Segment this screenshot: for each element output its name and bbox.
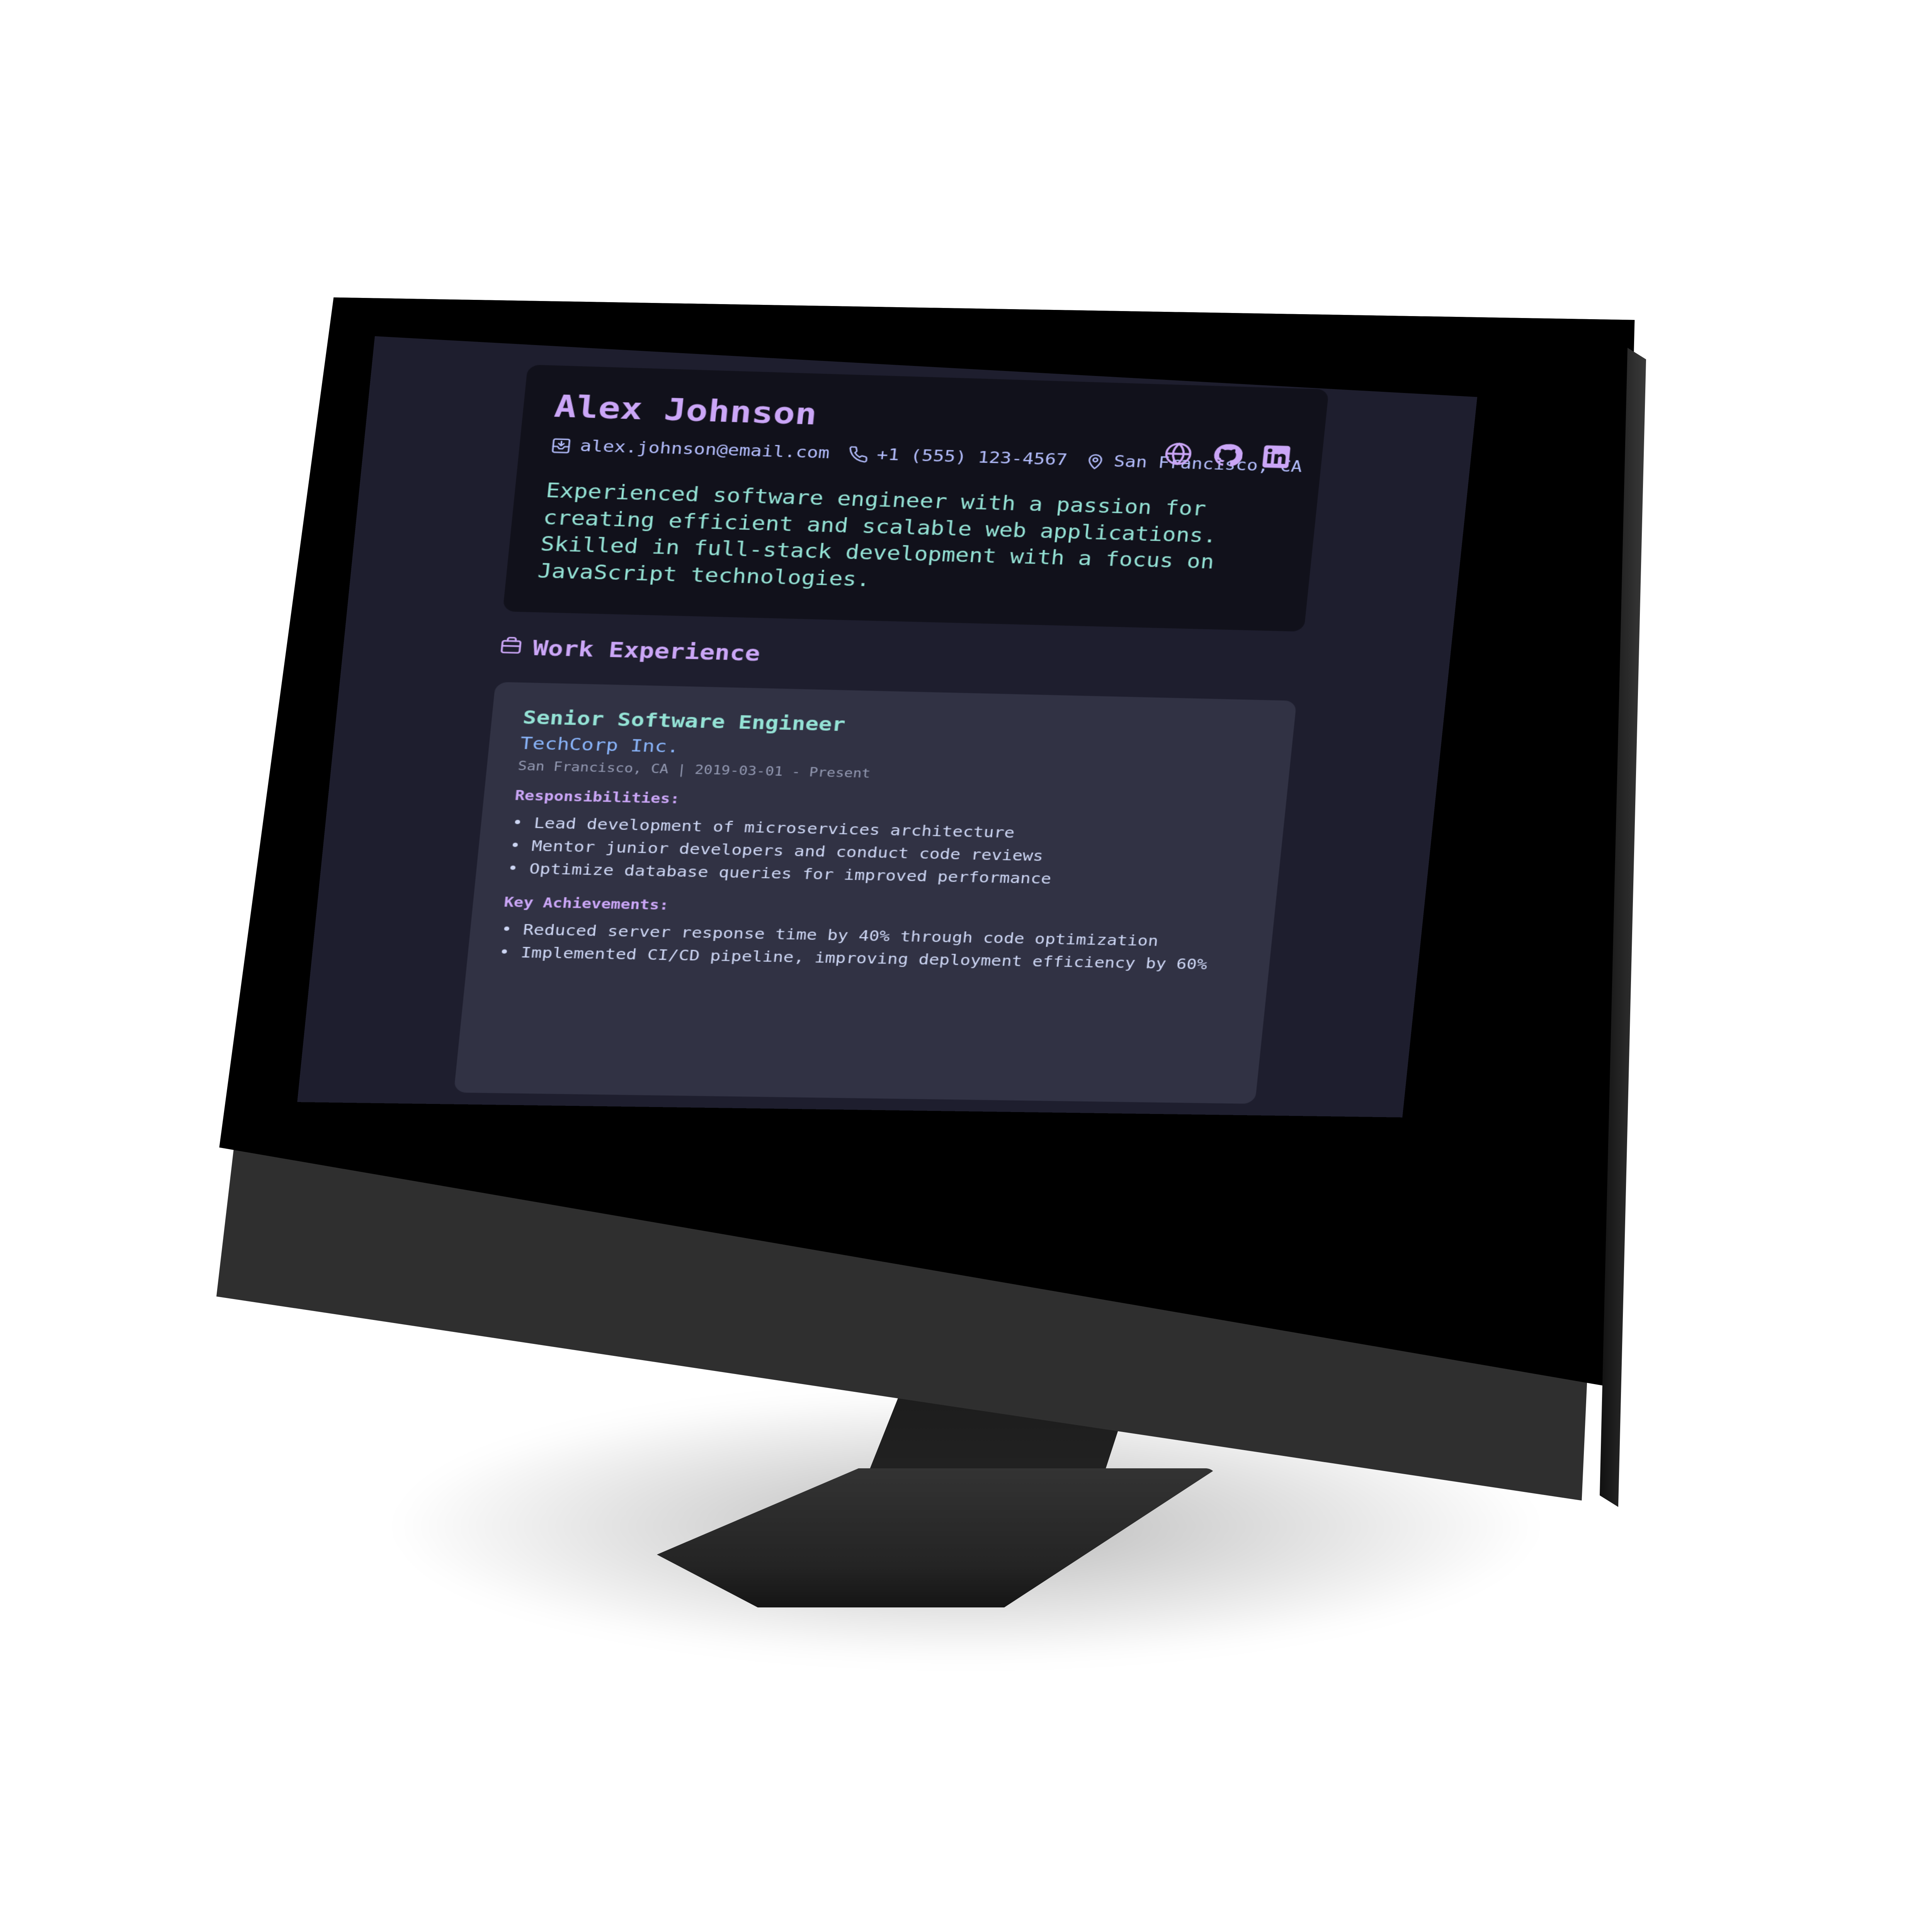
profile-name: Alex Johnson — [553, 389, 1296, 446]
monitor-scene: Alex Johnson alex.johnson@email.com +1 (… — [0, 0, 1932, 1932]
map-pin-icon — [1084, 452, 1107, 470]
profile-header-card: Alex Johnson alex.johnson@email.com +1 (… — [503, 365, 1329, 632]
github-icon[interactable] — [1210, 442, 1244, 469]
work-experience-title: Work Experience — [532, 636, 761, 666]
contact-phone[interactable]: +1 (555) 123-4567 — [847, 445, 1068, 469]
contact-email[interactable]: alex.johnson@email.com — [550, 436, 831, 462]
social-links — [1161, 440, 1293, 471]
linkedin-icon[interactable] — [1259, 443, 1293, 470]
briefcase-icon — [498, 635, 524, 661]
achievements-label: Key Achievements: — [503, 895, 1245, 924]
phone-text: +1 (555) 123-4567 — [876, 446, 1068, 469]
achievements-list: Reduced server response time by 40% thro… — [498, 918, 1243, 976]
email-text: alex.johnson@email.com — [579, 437, 831, 463]
globe-icon[interactable] — [1161, 440, 1195, 468]
job-card: Senior Software Engineer TechCorp Inc. S… — [454, 682, 1296, 1104]
work-experience-heading: Work Experience — [498, 635, 761, 667]
resume-page: Alex Johnson alex.johnson@email.com +1 (… — [297, 336, 1480, 1117]
mail-icon — [550, 436, 573, 454]
phone-icon — [847, 445, 869, 463]
profile-summary: Experienced software engineer with a pas… — [536, 477, 1293, 604]
responsibilities-list: Lead development of microservices archit… — [507, 812, 1254, 894]
